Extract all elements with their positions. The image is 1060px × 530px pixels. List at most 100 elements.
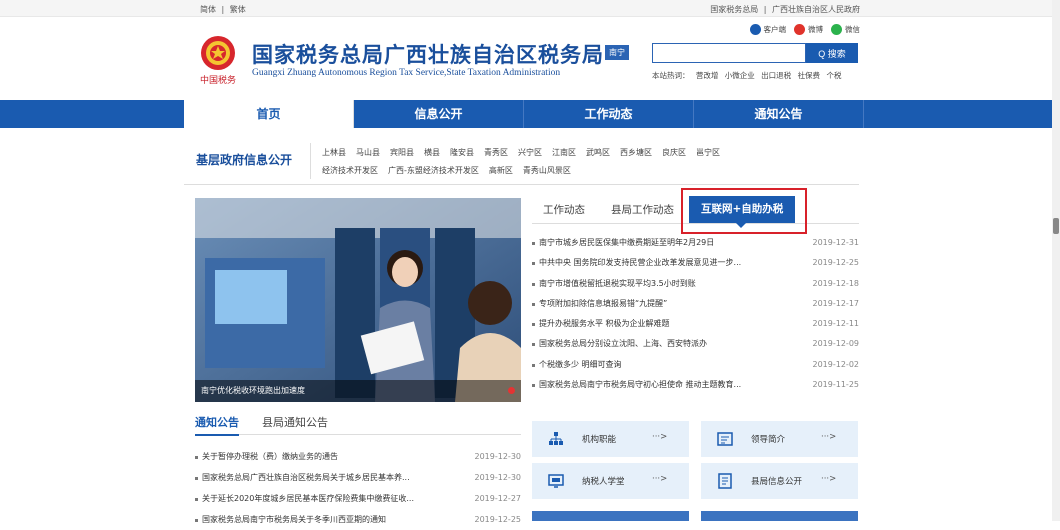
- district-link[interactable]: 马山县: [356, 148, 380, 157]
- search-input[interactable]: [652, 43, 806, 63]
- hot-word-link[interactable]: 社保费: [798, 71, 821, 80]
- carousel-indicator[interactable]: [508, 387, 515, 394]
- notice-date: 2019-12-30: [474, 452, 522, 461]
- district-link[interactable]: 青秀山风景区: [523, 166, 571, 175]
- header: 中国税务 国家税务总局广西壮族自治区税务局 南宁 Guangxi Zhuang …: [0, 17, 1060, 100]
- notice-title[interactable]: 国家税务总局南宁市税务局关于冬季川西亚期的通知: [202, 509, 386, 530]
- notice-title[interactable]: 关于延长2020年度城乡居民基本医疗保险费集中缴费征收...: [202, 488, 414, 509]
- list-item[interactable]: 国家税务总局南宁市税务局守初心担使命 推动主题教育... 2019-11-25: [532, 375, 859, 395]
- carousel-caption[interactable]: 南宁优化税收环境跑出加速度: [195, 380, 521, 402]
- search-bar: Q 搜索: [652, 43, 858, 63]
- district-link[interactable]: 上林县: [322, 148, 346, 157]
- top-bar: 简体 | 繁体 国家税务总局 | 广西壮族自治区人民政府: [0, 0, 1060, 17]
- tax-emblem-logo[interactable]: 中国税务: [196, 33, 240, 89]
- logo-script-text: 中国税务: [200, 74, 236, 86]
- tab-notices[interactable]: 通知公告: [195, 414, 239, 436]
- quick-link-county-info[interactable]: 县局信息公开 ···>: [701, 463, 858, 499]
- quick-link-org-functions[interactable]: 机构职能 ···>: [532, 421, 689, 457]
- hot-words: 本站热词： 营改增 小微企业 出口退税 社保费 个税: [652, 70, 845, 81]
- region-badge[interactable]: 南宁: [605, 45, 629, 60]
- notice-title[interactable]: 关于暂停办理税（费）缴纳业务的通告: [202, 446, 338, 467]
- bullet: [532, 363, 535, 367]
- scrollbar[interactable]: [1052, 0, 1060, 521]
- grassroots-info-section: 基层政府信息公开 上林县 马山县 宾阳县 横县 隆安县 青秀区 兴宁区 江南区 武鸣区 西乡塘区 良…: [184, 139, 859, 185]
- list-item[interactable]: 个税缴多少 明细可查询 2019-12-02: [532, 355, 859, 375]
- news-title[interactable]: 中共中央 国务院印发支持民营企业改革发展意见进一步...: [539, 253, 741, 273]
- district-link[interactable]: 经济技术开发区: [322, 166, 378, 175]
- wechat-link[interactable]: 微信: [831, 24, 860, 35]
- list-item[interactable]: 国家税务总局广西壮族自治区税务局关于城乡居民基本养... 2019-12-30: [195, 467, 521, 488]
- divider: [310, 143, 311, 179]
- news-title[interactable]: 南宁市增值税留抵退税实现平均3.5小时到账: [539, 274, 696, 294]
- arrow-icon: ···>: [652, 432, 668, 442]
- news-title[interactable]: 个税缴多少 明细可查询: [539, 355, 622, 375]
- news-list: 南宁市城乡居民医保集中缴费期延至明年2月29日 2019-12-31 中共中央 国…: [532, 233, 859, 395]
- list-item[interactable]: 提升办税服务水平 积极为企业解难题 2019-12-11: [532, 314, 859, 334]
- news-title[interactable]: 国家税务总局分别设立沈阳、上海、西安特派办: [539, 334, 707, 354]
- list-item[interactable]: 国家税务总局南宁市税务局关于冬季川西亚期的通知 2019-12-25: [195, 509, 521, 530]
- district-link[interactable]: 高新区: [489, 166, 513, 175]
- list-item[interactable]: 关于暂停办理税（费）缴纳业务的通告 2019-12-30: [195, 446, 521, 467]
- nav-home[interactable]: 首页: [184, 100, 354, 128]
- bullet: [532, 302, 535, 306]
- bullet: [195, 456, 198, 459]
- hot-word-link[interactable]: 个税: [826, 71, 841, 80]
- tab-county-work-news[interactable]: 县局工作动态: [611, 202, 674, 217]
- district-link[interactable]: 武鸣区: [586, 148, 610, 157]
- hot-word-link[interactable]: 营改增: [696, 71, 719, 80]
- tab-county-notices[interactable]: 县局通知公告: [262, 414, 328, 430]
- list-item[interactable]: 南宁市增值税留抵退税实现平均3.5小时到账 2019-12-18: [532, 274, 859, 294]
- language-switch: 简体 | 繁体: [200, 4, 246, 15]
- list-item[interactable]: 专项附加扣除信息填报易错“九提醒” 2019-12-17: [532, 294, 859, 314]
- quick-link-taxpayer-school[interactable]: 纳税人学堂 ···>: [532, 463, 689, 499]
- lang-traditional-link[interactable]: 繁体: [230, 5, 246, 14]
- district-link[interactable]: 邕宁区: [696, 148, 720, 157]
- bullet: [532, 262, 535, 266]
- lang-simplified-link[interactable]: 简体: [200, 5, 216, 14]
- district-link[interactable]: 隆安县: [450, 148, 474, 157]
- news-date: 2019-11-25: [812, 380, 860, 390]
- list-item[interactable]: 国家税务总局分别设立沈阳、上海、西安特派办 2019-12-09: [532, 334, 859, 354]
- mobile-client-label: 客户端: [763, 25, 787, 34]
- notice-title[interactable]: 国家税务总局广西壮族自治区税务局关于城乡居民基本养...: [202, 467, 410, 488]
- gov-link[interactable]: 广西壮族自治区人民政府: [772, 5, 860, 14]
- sat-link[interactable]: 国家税务总局: [710, 5, 758, 14]
- district-link[interactable]: 横县: [424, 148, 440, 157]
- notice-date: 2019-12-27: [474, 494, 522, 503]
- weibo-link[interactable]: 微博: [794, 24, 823, 35]
- quick-link-leaders[interactable]: 领导简介 ···>: [701, 421, 858, 457]
- district-links: 上林县 马山县 宾阳县 横县 隆安县 青秀区 兴宁区 江南区 武鸣区 西乡塘区 良庆区 邕宁区经济技术…: [322, 144, 842, 180]
- news-title[interactable]: 南宁市城乡居民医保集中缴费期延至明年2月29日: [539, 233, 714, 253]
- news-date: 2019-12-17: [812, 298, 860, 308]
- search-button[interactable]: Q 搜索: [806, 43, 858, 63]
- bullet: [532, 384, 535, 388]
- news-title[interactable]: 专项附加扣除信息填报易错“九提醒”: [539, 294, 667, 314]
- site-title[interactable]: 国家税务总局广西壮族自治区税务局: [252, 39, 604, 69]
- tab-work-news[interactable]: 工作动态: [543, 202, 585, 217]
- wechat-icon: [831, 24, 842, 35]
- district-link[interactable]: 良庆区: [662, 148, 686, 157]
- news-title[interactable]: 国家税务总局南宁市税务局守初心担使命 推动主题教育...: [539, 375, 741, 395]
- nav-info-disclosure[interactable]: 信息公开: [354, 100, 524, 128]
- nav-work-news[interactable]: 工作动态: [524, 100, 694, 128]
- banner-image[interactable]: [701, 511, 858, 521]
- hot-word-link[interactable]: 出口退税: [761, 71, 791, 80]
- lang-separator: |: [221, 5, 225, 14]
- district-link[interactable]: 青秀区: [484, 148, 508, 157]
- banner-image[interactable]: [532, 511, 689, 521]
- list-item[interactable]: 南宁市城乡居民医保集中缴费期延至明年2月29日 2019-12-31: [532, 233, 859, 253]
- district-link[interactable]: 江南区: [552, 148, 576, 157]
- district-link[interactable]: 西乡塘区: [620, 148, 652, 157]
- district-link[interactable]: 广西-东盟经济技术开发区: [388, 166, 479, 175]
- news-title[interactable]: 提升办税服务水平 积极为企业解难题: [539, 314, 670, 334]
- list-item[interactable]: 关于延长2020年度城乡居民基本医疗保险费集中缴费征收... 2019-12-27: [195, 488, 521, 509]
- news-date: 2019-12-25: [812, 258, 860, 268]
- district-link[interactable]: 兴宁区: [518, 148, 542, 157]
- scrollbar-thumb[interactable]: [1053, 218, 1059, 234]
- district-link[interactable]: 宾阳县: [390, 148, 414, 157]
- hot-word-link[interactable]: 小微企业: [725, 71, 755, 80]
- list-item[interactable]: 中共中央 国务院印发支持民营企业改革发展意见进一步... 2019-12-25: [532, 253, 859, 273]
- news-photo-carousel[interactable]: 南宁优化税收环境跑出加速度: [195, 198, 521, 402]
- mobile-client-link[interactable]: 客户端: [749, 24, 787, 35]
- nav-announcements[interactable]: 通知公告: [694, 100, 864, 128]
